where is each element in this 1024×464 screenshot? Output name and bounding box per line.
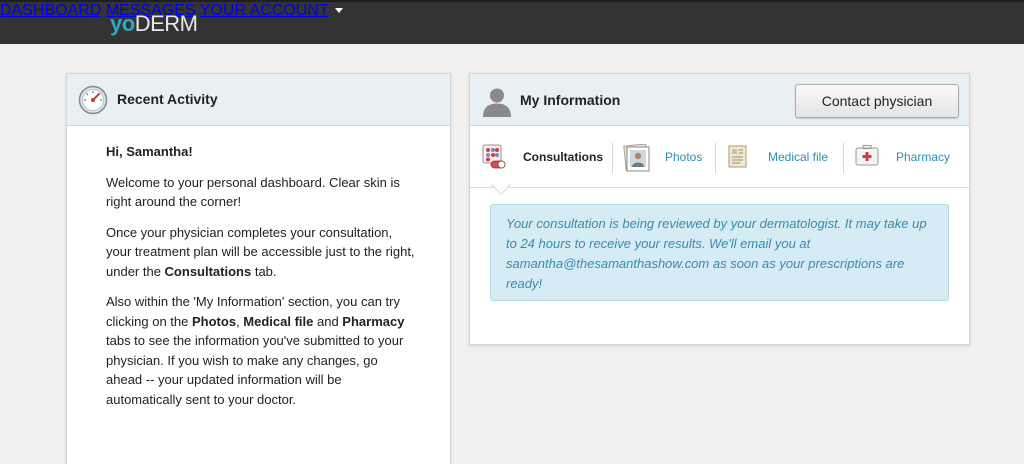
- recent-activity-panel: Recent Activity Hi, Samantha! Welcome to…: [66, 73, 451, 464]
- welcome-paragraph: Welcome to your personal dashboard. Clea…: [106, 174, 400, 210]
- my-information-title: My Information: [520, 92, 621, 108]
- recent-activity-content: Hi, Samantha! Welcome to your personal d…: [106, 142, 416, 420]
- logo-derm: DERM: [134, 11, 198, 36]
- tab-pharmacy-label: Pharmacy: [896, 150, 951, 164]
- top-navigation-bar: yoDERM DASHBOARD MESSAGES YOUR ACCOUNT: [0, 0, 1024, 44]
- first-aid-kit-icon: [855, 145, 879, 166]
- document-icon: [728, 145, 747, 168]
- tab-medical-file-label: Medical file: [768, 150, 829, 164]
- recent-activity-header: Recent Activity: [67, 74, 450, 126]
- contact-physician-button[interactable]: Contact physician: [795, 84, 959, 118]
- pill-pack-icon: [482, 144, 506, 169]
- tab-photos-label: Photos: [665, 150, 703, 164]
- photo-portrait-icon: [623, 144, 650, 172]
- my-information-tabs: Consultations Photos Medical file Pharma…: [470, 127, 969, 188]
- tab-photos[interactable]: Photos: [620, 127, 716, 187]
- tab-divider: [715, 143, 716, 173]
- tab-medical-file[interactable]: Medical file: [723, 127, 842, 187]
- caret-down-icon: [334, 8, 343, 13]
- tab-divider: [612, 143, 613, 173]
- my-information-panel: My Information Contact physician Consult…: [469, 73, 970, 345]
- my-information-header: My Information Contact physician: [470, 74, 969, 126]
- logo-yo: yo: [110, 11, 135, 36]
- nav-your-account-label: YOUR ACCOUNT: [199, 2, 329, 19]
- user-silhouette-icon: [483, 88, 511, 117]
- tab-divider: [843, 143, 844, 173]
- recent-activity-title: Recent Activity: [117, 91, 218, 107]
- consultation-paragraph: Once your physician completes your consu…: [106, 224, 415, 279]
- greeting: Hi, Samantha!: [106, 144, 193, 159]
- yoderm-logo[interactable]: yoDERM: [110, 11, 198, 37]
- gauge-icon: [78, 85, 108, 115]
- consultation-status-notice: Your consultation is being reviewed by y…: [490, 204, 949, 301]
- tab-pharmacy[interactable]: Pharmacy: [851, 127, 961, 187]
- tabs-help-paragraph: Also within the 'My Information' section…: [106, 294, 405, 407]
- nav-your-account-link[interactable]: YOUR ACCOUNT: [200, 2, 343, 19]
- tab-consultations-label: Consultations: [523, 150, 603, 164]
- nav-dashboard-link[interactable]: DASHBOARD: [0, 2, 101, 19]
